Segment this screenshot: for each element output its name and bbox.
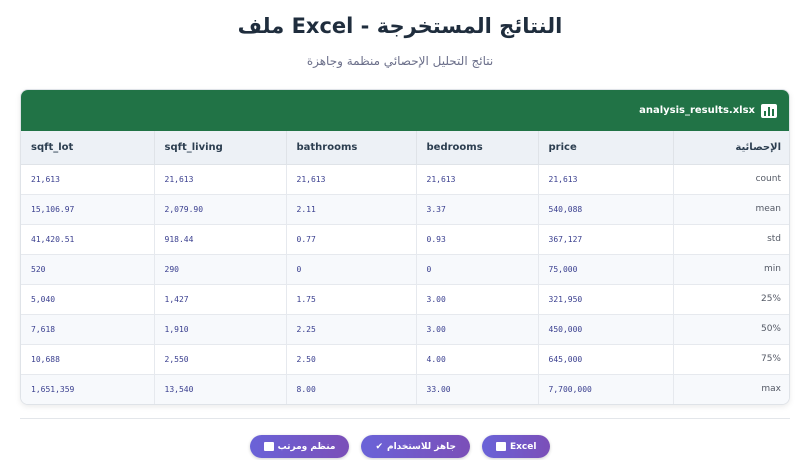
- table-cell: 0.77: [286, 224, 417, 255]
- column-header: price: [538, 131, 674, 165]
- statistics-table: الإحصائية price bedrooms bathrooms sqft_…: [21, 131, 789, 404]
- row-label: 75%: [673, 344, 789, 375]
- table-cell: 3.00: [416, 314, 539, 345]
- table-cell: 8.00: [286, 374, 417, 404]
- table-cell: 41,420.51: [21, 224, 155, 255]
- table-row: 75% 645,000 4.00 2.50 2,550 10,688: [21, 344, 789, 375]
- organized-badge-button[interactable]: منظم ومرتب: [249, 435, 350, 458]
- table-cell: 7,618: [21, 314, 155, 345]
- ready-badge-label: جاهز للاستخدام: [387, 441, 456, 452]
- table-cell: 75,000: [538, 254, 674, 285]
- row-label: mean: [673, 194, 789, 225]
- table-cell: 7,700,000: [538, 374, 674, 404]
- row-label: max: [673, 374, 789, 404]
- table-row: mean 540,088 3.37 2.11 2,079.90 15,106.97: [21, 194, 789, 225]
- table-cell: 21,613: [154, 164, 287, 195]
- table-cell: 13,540: [154, 374, 287, 404]
- page-subtitle: نتائج التحليل الإحصائي منظمة وجاهزة: [306, 54, 494, 68]
- excel-badge-button[interactable]: Excel: [481, 435, 551, 458]
- table-cell: 1.75: [286, 284, 417, 315]
- table-cell: 2.25: [286, 314, 417, 345]
- excel-preview-card: analysis_results.xlsx الإحصائية price be…: [20, 89, 790, 405]
- table-header-row: الإحصائية price bedrooms bathrooms sqft_…: [21, 131, 789, 165]
- table-cell: 367,127: [538, 224, 674, 255]
- table-cell: 1,427: [154, 284, 287, 315]
- table-cell: 10,688: [21, 344, 155, 375]
- column-header: bathrooms: [286, 131, 417, 165]
- row-label: 25%: [673, 284, 789, 315]
- table-cell: 2.50: [286, 344, 417, 375]
- table-cell: 3.00: [416, 284, 539, 315]
- bar-chart-icon: [263, 442, 274, 451]
- column-header: sqft_living: [154, 131, 287, 165]
- row-label: 50%: [673, 314, 789, 345]
- table-cell: 1,651,359: [21, 374, 155, 404]
- feature-badges: Excel جاهز للاستخدام ✔ منظم ومرتب: [0, 435, 800, 458]
- table-cell: 5,040: [21, 284, 155, 315]
- table-row: 50% 450,000 3.00 2.25 1,910 7,618: [21, 314, 789, 345]
- table-cell: 0.93: [416, 224, 539, 255]
- table-cell: 1,910: [154, 314, 287, 345]
- table-cell: 0: [416, 254, 539, 285]
- table-cell: 450,000: [538, 314, 674, 345]
- ready-badge-button[interactable]: جاهز للاستخدام ✔: [361, 435, 470, 458]
- table-cell: 3.37: [416, 194, 539, 225]
- table-cell: 290: [154, 254, 287, 285]
- table-row: std 367,127 0.93 0.77 918.44 41,420.51: [21, 224, 789, 255]
- row-label: min: [673, 254, 789, 285]
- table-cell: 21,613: [286, 164, 417, 195]
- table-cell: 0: [286, 254, 417, 285]
- table-cell: 21,613: [538, 164, 674, 195]
- table-cell: 21,613: [416, 164, 539, 195]
- divider: [20, 418, 790, 419]
- table-cell: 2,550: [154, 344, 287, 375]
- table-cell: 4.00: [416, 344, 539, 375]
- bar-chart-icon: [495, 442, 506, 451]
- table-cell: 2.11: [286, 194, 417, 225]
- table-cell: 645,000: [538, 344, 674, 375]
- table-cell: 520: [21, 254, 155, 285]
- table-row: count 21,613 21,613 21,613 21,613 21,613: [21, 164, 789, 195]
- results-page: ملف Excel - النتائج المستخرجة نتائج التح…: [0, 0, 800, 460]
- table-cell: 540,088: [538, 194, 674, 225]
- column-header: sqft_lot: [21, 131, 155, 165]
- table-cell: 2,079.90: [154, 194, 287, 225]
- file-name: analysis_results.xlsx: [639, 105, 755, 116]
- excel-badge-label: Excel: [509, 441, 537, 452]
- card-header: analysis_results.xlsx: [21, 90, 789, 131]
- table-row: 25% 321,950 3.00 1.75 1,427 5,040: [21, 284, 789, 315]
- table-cell: 15,106.97: [21, 194, 155, 225]
- row-label: count: [673, 164, 789, 195]
- page-title: ملف Excel - النتائج المستخرجة: [237, 14, 563, 38]
- column-header: الإحصائية: [673, 131, 789, 165]
- table-row: min 75,000 0 0 290 520: [21, 254, 789, 285]
- row-label: std: [673, 224, 789, 255]
- table-cell: 21,613: [21, 164, 155, 195]
- table-cell: 918.44: [154, 224, 287, 255]
- bar-chart-icon: [761, 103, 777, 118]
- table-cell: 321,950: [538, 284, 674, 315]
- check-icon: ✔: [375, 441, 383, 452]
- table-row: max 7,700,000 33.00 8.00 13,540 1,651,359: [21, 374, 789, 404]
- column-header: bedrooms: [416, 131, 539, 165]
- organized-badge-label: منظم ومرتب: [277, 441, 336, 452]
- table-cell: 33.00: [416, 374, 539, 404]
